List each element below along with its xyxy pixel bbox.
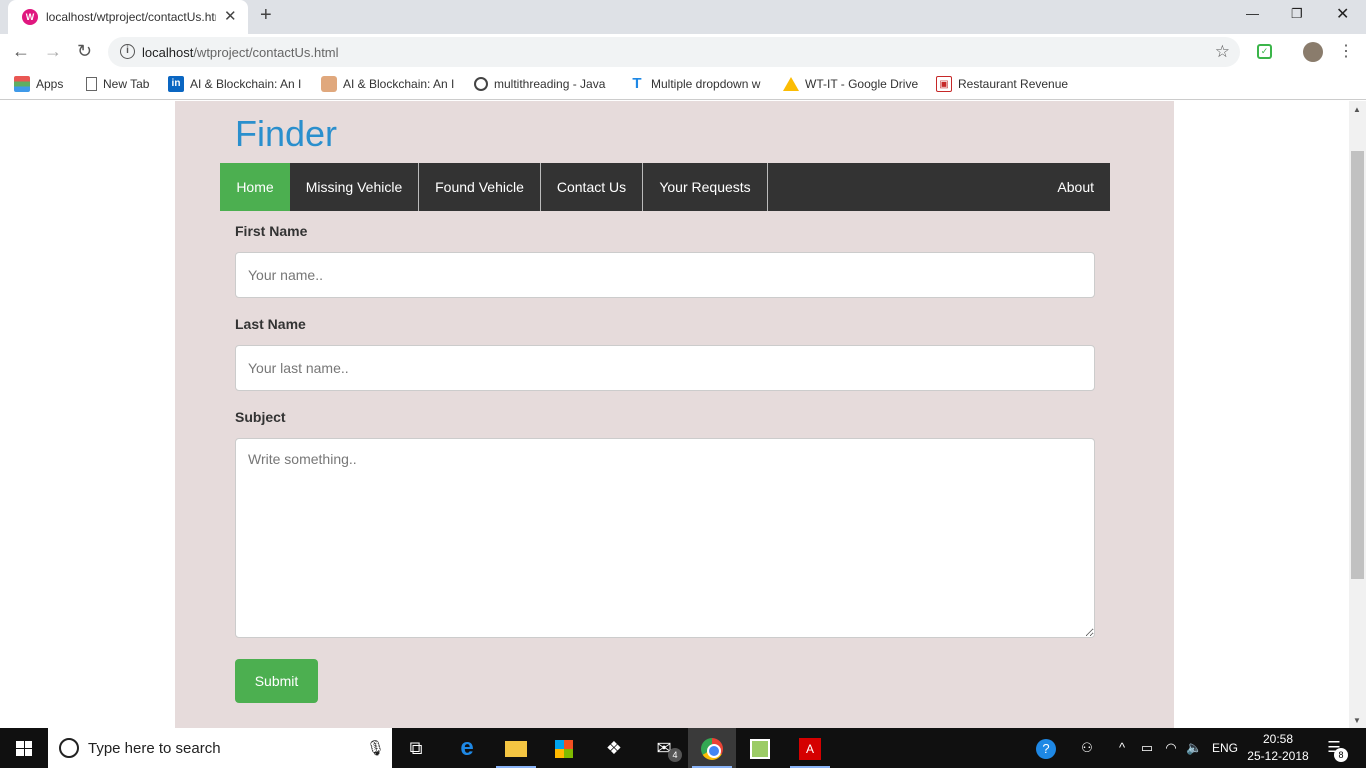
restore-icon[interactable]: ❐ [1291, 6, 1303, 22]
bookmark-wt-it-drive[interactable]: WT-IT - Google Drive [783, 76, 923, 91]
scroll-down-arrow-icon[interactable]: ▼ [1353, 716, 1361, 725]
people-icon[interactable]: ⚇ [1077, 728, 1097, 768]
nav-home[interactable]: Home [220, 163, 290, 211]
nav-about[interactable]: About [1057, 163, 1094, 211]
bookmark-label: AI & Blockchain: An I [343, 77, 455, 91]
bookmark-label: Apps [36, 77, 64, 91]
mail-icon[interactable]: ✉ 4 [640, 728, 688, 768]
url-host: localhost [142, 45, 194, 60]
page-icon [86, 76, 97, 91]
bookmark-label: AI & Blockchain: An I [190, 77, 302, 91]
linkedin-icon: in [168, 76, 184, 92]
chevron-up-icon[interactable]: ^ [1114, 728, 1130, 768]
kebab-menu-icon[interactable]: ⋮ [1338, 41, 1354, 61]
tab-title: localhost/wtproject/contactUs.html [46, 10, 216, 24]
back-arrow-icon[interactable]: ← [12, 41, 30, 62]
google-drive-icon [783, 76, 799, 91]
help-icon[interactable]: ? [1035, 728, 1057, 768]
microphone-icon[interactable]: 🎙 [366, 739, 385, 757]
bookmark-star-icon[interactable]: ☆ [1215, 42, 1230, 62]
nav-found-vehicle[interactable]: Found Vehicle [419, 163, 541, 211]
store-icon[interactable] [540, 728, 588, 768]
new-tab-icon[interactable]: + [260, 4, 272, 27]
bookmark-ai-blockchain-1[interactable]: in AI & Blockchain: An I [168, 76, 304, 92]
last-name-label: Last Name [235, 316, 306, 332]
edge-icon[interactable]: e [443, 728, 491, 768]
page-container: Finder Home Missing Vehicle Found Vehicl… [175, 101, 1174, 728]
taskbar-search-placeholder: Type here to search [88, 740, 221, 757]
tab-strip: W localhost/wtproject/contactUs.html ✕ +… [0, 0, 1366, 34]
bookmark-label: multithreading - Java [494, 76, 606, 91]
t-icon: T [632, 76, 642, 92]
nav-your-requests[interactable]: Your Requests [643, 163, 768, 211]
profile-avatar[interactable] [1303, 42, 1323, 62]
wifi-icon[interactable]: ◠ [1163, 728, 1179, 768]
first-name-field[interactable] [235, 252, 1095, 298]
bookmark-multithreading[interactable]: multithreading - Java [474, 76, 610, 91]
bookmark-restaurant-revenue[interactable]: ▣ Restaurant Revenue P [936, 76, 1072, 92]
file-explorer-icon[interactable] [492, 728, 540, 768]
browser-toolbar: ← → ↻ i localhost/wtproject/contactUs.ht… [0, 34, 1366, 70]
globe-icon [474, 76, 488, 91]
scroll-up-arrow-icon[interactable]: ▲ [1353, 105, 1361, 114]
language-indicator[interactable]: ENG [1211, 728, 1239, 768]
forward-arrow-icon[interactable]: → [44, 41, 62, 62]
apps-grid-icon [14, 76, 30, 92]
info-icon[interactable]: i [120, 44, 135, 59]
subject-label: Subject [235, 409, 286, 425]
dropbox-icon[interactable]: ❖ [590, 728, 638, 768]
mail-badge: 4 [668, 748, 682, 762]
tab-close-icon[interactable]: ✕ [224, 7, 237, 25]
page-scrollbar[interactable]: ▲ ▼ [1349, 101, 1366, 728]
first-name-label: First Name [235, 223, 308, 239]
bookmarks-bar: Apps New Tab in AI & Blockchain: An I AI … [0, 70, 1366, 100]
acrobat-icon[interactable]: A [786, 728, 834, 768]
url-text[interactable]: localhost/wtproject/contactUs.html [142, 45, 339, 60]
brand-title: Finder [235, 113, 338, 154]
url-path: /wtproject/contactUs.html [193, 45, 339, 60]
page-viewport: Finder Home Missing Vehicle Found Vehicl… [0, 101, 1349, 728]
submit-button[interactable]: Submit [235, 659, 318, 703]
minimize-icon[interactable]: — [1246, 6, 1259, 21]
windows-logo-icon [16, 741, 32, 756]
bookmark-multiple-dropdown[interactable]: T Multiple dropdown w [629, 76, 765, 92]
extension-icon[interactable]: ✓ [1257, 44, 1272, 59]
restaurant-icon: ▣ [936, 76, 952, 92]
notification-badge: 8 [1334, 748, 1348, 762]
clock-time: 20:58 [1262, 732, 1294, 746]
nav-contact-us[interactable]: Contact Us [541, 163, 643, 211]
volume-icon[interactable]: 🔈 [1186, 728, 1202, 768]
clock[interactable]: 20:58 25-12-2018 [1243, 731, 1313, 765]
windows-taskbar: Type here to search 🎙 ⧉ e ❖ ✉ 4 A ? ⚇ ^ ▭… [0, 728, 1366, 768]
subject-textarea[interactable] [235, 438, 1095, 638]
chrome-icon[interactable] [688, 728, 736, 768]
wamp-favicon-icon: W [22, 9, 38, 25]
window-close-icon[interactable]: ✕ [1336, 4, 1349, 24]
bookmark-label: Restaurant Revenue P [958, 77, 1072, 91]
bookmark-new-tab[interactable]: New Tab [84, 76, 149, 91]
bookmark-label: WT-IT - Google Drive [805, 76, 919, 91]
bookmark-apps[interactable]: Apps [14, 76, 63, 92]
spreadsheet-app-icon[interactable] [736, 728, 784, 768]
start-button[interactable] [0, 728, 48, 768]
taskbar-search[interactable]: Type here to search 🎙 [48, 728, 392, 768]
browser-tab[interactable]: W localhost/wtproject/contactUs.html ✕ [8, 0, 248, 34]
face-icon [321, 76, 337, 92]
bookmark-label: New Tab [103, 76, 150, 91]
cortana-icon [59, 738, 79, 758]
navbar: Home Missing Vehicle Found Vehicle Conta… [220, 163, 1110, 211]
battery-icon[interactable]: ▭ [1139, 728, 1155, 768]
scrollbar-thumb[interactable] [1351, 151, 1364, 579]
clock-date: 25-12-2018 [1247, 749, 1309, 763]
last-name-field[interactable] [235, 345, 1095, 391]
task-view-icon[interactable]: ⧉ [392, 728, 440, 768]
nav-missing-vehicle[interactable]: Missing Vehicle [290, 163, 419, 211]
bookmark-ai-blockchain-2[interactable]: AI & Blockchain: An I [321, 76, 457, 92]
reload-icon[interactable]: ↻ [77, 41, 92, 62]
bookmark-label: Multiple dropdown w [651, 77, 761, 91]
address-bar[interactable]: i localhost/wtproject/contactUs.html ☆ [108, 37, 1240, 67]
